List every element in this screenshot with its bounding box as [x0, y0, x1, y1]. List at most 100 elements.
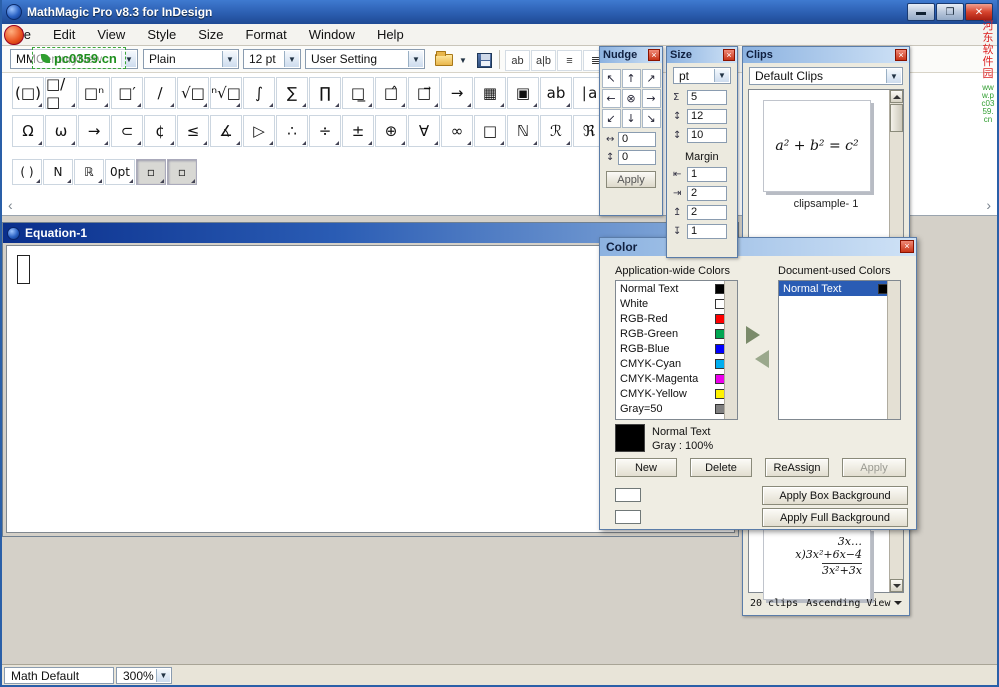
maximize-button[interactable]: ❐	[936, 3, 964, 21]
chevron-down-icon[interactable]: ▼	[284, 51, 299, 67]
template-parentheses-button[interactable]: (□)	[12, 77, 44, 109]
color-list-item[interactable]: RGB-Red	[616, 311, 737, 326]
menu-style[interactable]: Style	[147, 27, 176, 42]
symbol-subset-button[interactable]: ⊂	[111, 115, 143, 147]
symbol-leq-button[interactable]: ≤	[177, 115, 209, 147]
apply-full-background-button[interactable]: Apply Full Background	[762, 508, 908, 527]
reassign-color-button[interactable]: ReAssign	[765, 458, 829, 477]
template-superscript-button[interactable]: □ⁿ	[78, 77, 110, 109]
menu-window[interactable]: Window	[309, 27, 355, 42]
color-dialog-titlebar[interactable]: Color ×	[600, 238, 916, 256]
nudge-up-left-button[interactable]: ↖	[602, 69, 621, 88]
color-list-item[interactable]: Normal Text	[616, 281, 737, 296]
app-colors-list[interactable]: Normal Text White RGB-Red RGB-Green RGB-…	[615, 280, 738, 420]
symbol-cent-button[interactable]: ¢	[144, 115, 176, 147]
color-list-item[interactable]: RGB-Blue	[616, 341, 737, 356]
nudge-h-field[interactable]: 0	[618, 132, 656, 147]
user-n-button[interactable]: N	[43, 159, 73, 185]
chevron-down-icon[interactable]: ▼	[222, 51, 237, 67]
template-text-button[interactable]: ab	[540, 77, 572, 109]
margin-field[interactable]: 1	[687, 167, 727, 182]
symbol-infinity-button[interactable]: ∞	[441, 115, 473, 147]
chevron-down-icon[interactable]: ▼	[408, 51, 423, 67]
nudge-apply-button[interactable]: Apply	[606, 171, 656, 188]
close-button[interactable]: ✕	[965, 3, 993, 21]
symbol-arrow-button[interactable]: →	[78, 115, 110, 147]
zoom-combo[interactable]: 300%▼	[116, 667, 172, 684]
open-file-button[interactable]	[432, 50, 456, 70]
template-fraction-button[interactable]: □/□	[45, 77, 77, 109]
symbol-oplus-button[interactable]: ⊕	[375, 115, 407, 147]
delete-color-button[interactable]: Delete	[690, 458, 752, 477]
chevron-down-icon[interactable]: ▼	[886, 69, 901, 83]
template-sqrt-button[interactable]: √□	[177, 77, 209, 109]
style-set-combo[interactable]: Math Default	[4, 667, 114, 684]
symbol-divide-button[interactable]: ÷	[309, 115, 341, 147]
nudge-left-button[interactable]: ←	[602, 89, 621, 108]
copy-right-arrow-icon[interactable]	[746, 326, 769, 344]
template-matrix-button[interactable]: ▦	[474, 77, 506, 109]
scroll-up-icon[interactable]	[890, 90, 903, 103]
margin-field[interactable]: 2	[687, 205, 727, 220]
apply-color-button[interactable]: Apply	[842, 458, 906, 477]
nudge-palette-titlebar[interactable]: Nudge ×	[600, 47, 662, 63]
template-underbar-button[interactable]: □̲	[342, 77, 374, 109]
symbol-doublestruck-n-button[interactable]: ℕ	[507, 115, 539, 147]
user-setting-combo[interactable]: User Setting▼	[305, 49, 425, 69]
color-list-item-selected[interactable]: Normal Text	[779, 281, 900, 296]
template-arrow-button[interactable]: →	[441, 77, 473, 109]
nudge-center-button[interactable]: ⊗	[622, 89, 641, 108]
clips-set-combo[interactable]: Default Clips▼	[749, 67, 903, 85]
palette-scroll-left-icon[interactable]: ‹	[8, 197, 13, 213]
color-list-item[interactable]: CMYK-Magenta	[616, 371, 737, 386]
margin-field[interactable]: 2	[687, 186, 727, 201]
clip-card[interactable]: a² + b² = c²	[763, 100, 871, 192]
clips-palette-titlebar[interactable]: Clips ×	[743, 47, 909, 63]
new-color-button[interactable]: New	[615, 458, 677, 477]
close-icon[interactable]: ×	[723, 49, 735, 61]
symbol-angle-button[interactable]: ∡	[210, 115, 242, 147]
symbol-script-button[interactable]: ℛ	[540, 115, 572, 147]
color-list-item[interactable]: RGB-Green	[616, 326, 737, 341]
color-list-item[interactable]: CMYK-Yellow	[616, 386, 737, 401]
user-parentheses-button[interactable]: ( )	[12, 159, 42, 185]
align-icon-button[interactable]: ≡	[557, 50, 582, 71]
chevron-down-icon[interactable]: ▼	[714, 69, 729, 82]
nudge-down-right-button[interactable]: ↘	[642, 109, 661, 128]
open-file-dropdown[interactable]: ▼	[457, 50, 469, 70]
nudge-down-left-button[interactable]: ↙	[602, 109, 621, 128]
full-background-swatch[interactable]	[615, 510, 641, 524]
template-slash-button[interactable]: ∕	[144, 77, 176, 109]
clip-card[interactable]: 3x… x)3x²+6x−4 3x²+3x	[763, 528, 871, 600]
spacing-icon-button[interactable]: ab	[505, 50, 530, 71]
symbol-plusminus-button[interactable]: ±	[342, 115, 374, 147]
symbol-therefore-button[interactable]: ∴	[276, 115, 308, 147]
menu-edit[interactable]: Edit	[53, 27, 75, 42]
user-slot-button[interactable]: ▫	[136, 159, 166, 185]
font-size-combo[interactable]: 12 pt▼	[243, 49, 301, 69]
clips-view-mode[interactable]: Ascending View	[806, 598, 890, 609]
template-integral-button[interactable]: ∫	[243, 77, 275, 109]
nudge-v-field[interactable]: 0	[618, 150, 656, 165]
copy-left-arrow-icon[interactable]	[746, 350, 769, 368]
chevron-down-icon[interactable]	[894, 601, 902, 609]
doc-colors-scrollbar[interactable]	[887, 281, 900, 419]
color-list-item[interactable]: White	[616, 296, 737, 311]
margin-field[interactable]: 1	[687, 224, 727, 239]
nudge-up-right-button[interactable]: ↗	[642, 69, 661, 88]
palette-scroll-right-icon[interactable]: ›	[986, 197, 991, 213]
box-background-swatch[interactable]	[615, 488, 641, 502]
menu-size[interactable]: Size	[198, 27, 223, 42]
menu-view[interactable]: View	[97, 27, 125, 42]
nudge-down-button[interactable]: ↓	[622, 109, 641, 128]
doc-colors-list[interactable]: Normal Text	[778, 280, 901, 420]
size-field[interactable]: 10	[687, 128, 727, 143]
symbol-triangle-button[interactable]: ▷	[243, 115, 275, 147]
color-list-item[interactable]: Gray=50	[616, 401, 737, 416]
size-unit-combo[interactable]: pt▼	[673, 67, 731, 84]
template-hat-button[interactable]: □̂	[375, 77, 407, 109]
kerning-icon-button[interactable]: a|b	[531, 50, 556, 71]
close-icon[interactable]: ×	[895, 49, 907, 61]
size-field[interactable]: 5	[687, 90, 727, 105]
color-list-item[interactable]: CMYK-Cyan	[616, 356, 737, 371]
